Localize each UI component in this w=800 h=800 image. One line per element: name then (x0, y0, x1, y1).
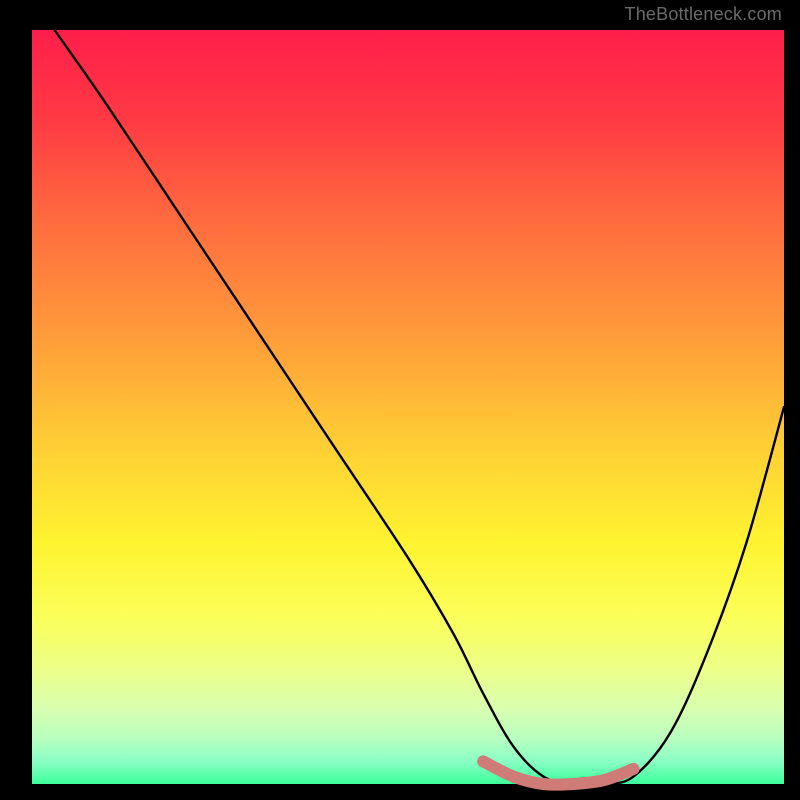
chart-gradient-area (32, 30, 784, 784)
watermark-text: TheBottleneck.com (625, 4, 782, 25)
